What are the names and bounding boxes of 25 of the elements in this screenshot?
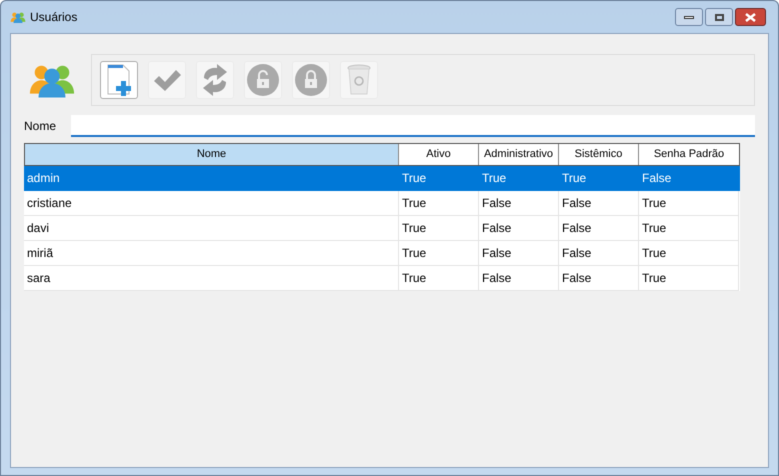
table-row[interactable]: admin True True True False	[24, 166, 740, 191]
maximize-button[interactable]	[705, 8, 733, 26]
table-row[interactable]: sara True False False True	[24, 266, 740, 291]
name-field[interactable]	[71, 115, 755, 137]
checkmark-icon	[152, 68, 182, 92]
table-cell: False	[559, 266, 639, 291]
filter-label: Nome	[24, 118, 58, 135]
table-row[interactable]: davi True False False True	[24, 216, 740, 241]
table-cell: True	[639, 266, 739, 291]
close-button[interactable]	[735, 8, 766, 26]
new-document-icon	[106, 64, 132, 96]
users-icon	[10, 10, 26, 24]
table-row[interactable]: cristiane True False False True	[24, 191, 740, 216]
table-cell: sara	[24, 266, 399, 291]
table-row[interactable]: miriã True False False True	[24, 241, 740, 266]
padlock-icon	[295, 64, 327, 96]
column-header[interactable]: Nome	[25, 144, 399, 165]
open-padlock-icon	[247, 64, 279, 96]
close-icon	[745, 12, 756, 22]
minimize-button[interactable]	[675, 8, 703, 26]
trash-can-icon	[347, 64, 371, 96]
window-title: Usuários	[30, 9, 78, 26]
table-cell: True	[399, 266, 479, 291]
toolbar-button[interactable]	[100, 61, 138, 99]
table-cell: False	[479, 266, 559, 291]
